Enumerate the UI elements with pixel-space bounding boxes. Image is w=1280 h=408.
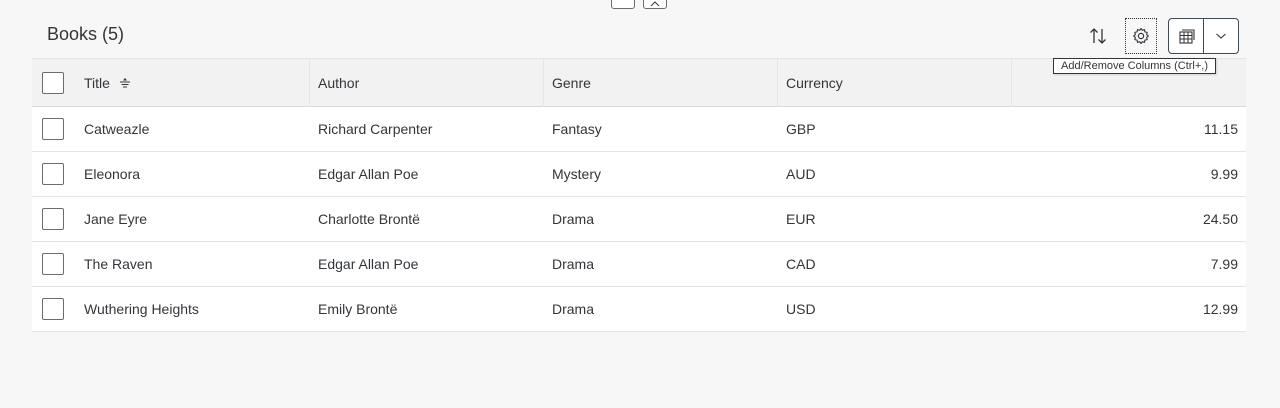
genre-cell: Fantasy: [552, 121, 602, 137]
price-cell: 11.15: [1204, 121, 1238, 137]
table-row[interactable]: Eleonora Edgar Allan Poe Mystery AUD 9.9…: [32, 152, 1246, 197]
genre-cell: Drama: [552, 211, 595, 227]
genre-cell: Mystery: [552, 166, 601, 182]
table-row[interactable]: The Raven Edgar Allan Poe Drama CAD 7.99: [32, 242, 1246, 287]
title-cell: Jane Eyre: [84, 211, 148, 227]
column-header-genre[interactable]: Genre: [544, 58, 778, 107]
author-cell: Edgar Allan Poe: [318, 166, 419, 182]
title-cell: The Raven: [84, 256, 153, 272]
title-cell: Catweazle: [84, 121, 150, 137]
author-cell: Emily Brontë: [318, 301, 398, 317]
column-title-label: Title: [84, 74, 110, 91]
row-checkbox[interactable]: [42, 208, 64, 230]
title-cell: Eleonora: [84, 166, 141, 182]
currency-cell: CAD: [786, 256, 816, 272]
row-checkbox[interactable]: [42, 298, 64, 320]
books-table: Title Author Genre Currency Catweazle Ri…: [32, 58, 1246, 332]
price-cell: 9.99: [1210, 166, 1238, 182]
column-header-title[interactable]: Title: [76, 58, 310, 107]
select-all-checkbox[interactable]: [42, 71, 64, 94]
row-select-cell: [32, 163, 76, 185]
settings-button[interactable]: [1125, 18, 1157, 54]
currency-cell: EUR: [786, 211, 816, 227]
row-select-cell: [32, 118, 76, 140]
author-cell: Edgar Allan Poe: [318, 256, 419, 272]
table-row[interactable]: Jane Eyre Charlotte Brontë Drama EUR 24.…: [32, 197, 1246, 242]
top-toggle-button-right[interactable]: [643, 0, 667, 9]
sort-button[interactable]: [1082, 18, 1114, 54]
title-cell: Wuthering Heights: [84, 301, 199, 317]
table-toolbar: Books (5): [32, 10, 1246, 58]
row-checkbox[interactable]: [42, 253, 64, 275]
genre-cell: Drama: [552, 256, 595, 272]
column-header-author[interactable]: Author: [310, 58, 544, 107]
top-toggle-button-left[interactable]: [611, 0, 635, 9]
table-row[interactable]: Wuthering Heights Emily Brontë Drama USD…: [32, 287, 1246, 332]
table-row[interactable]: Catweazle Richard Carpenter Fantasy GBP …: [32, 107, 1246, 152]
currency-cell: AUD: [786, 166, 816, 182]
sort-icon: [1090, 28, 1106, 44]
column-header-currency[interactable]: Currency: [778, 58, 1012, 107]
gear-icon: [1133, 27, 1149, 45]
chevron-down-icon: [1216, 33, 1226, 39]
row-checkbox[interactable]: [42, 118, 64, 140]
price-cell: 24.50: [1202, 211, 1238, 227]
select-all-cell: [32, 59, 76, 107]
row-checkbox[interactable]: [42, 163, 64, 185]
chevron-up-icon: [650, 1, 660, 7]
currency-cell: GBP: [786, 121, 816, 137]
row-select-cell: [32, 208, 76, 230]
price-cell: 7.99: [1210, 256, 1238, 272]
sort-ascending-icon: [118, 77, 132, 89]
currency-cell: USD: [786, 301, 816, 317]
table-title: Books (5): [47, 24, 125, 44]
genre-cell: Drama: [552, 301, 595, 317]
group-menu-button[interactable]: [1168, 18, 1239, 54]
price-cell: 12.99: [1202, 301, 1238, 317]
author-cell: Charlotte Brontë: [318, 211, 420, 227]
group-button[interactable]: [1169, 19, 1203, 53]
author-cell: Richard Carpenter: [318, 121, 433, 137]
row-select-cell: [32, 298, 76, 320]
table-group-icon: [1179, 29, 1195, 44]
group-dropdown-button[interactable]: [1204, 19, 1238, 53]
settings-tooltip: Add/Remove Columns (Ctrl+,): [1053, 58, 1217, 74]
row-select-cell: [32, 253, 76, 275]
